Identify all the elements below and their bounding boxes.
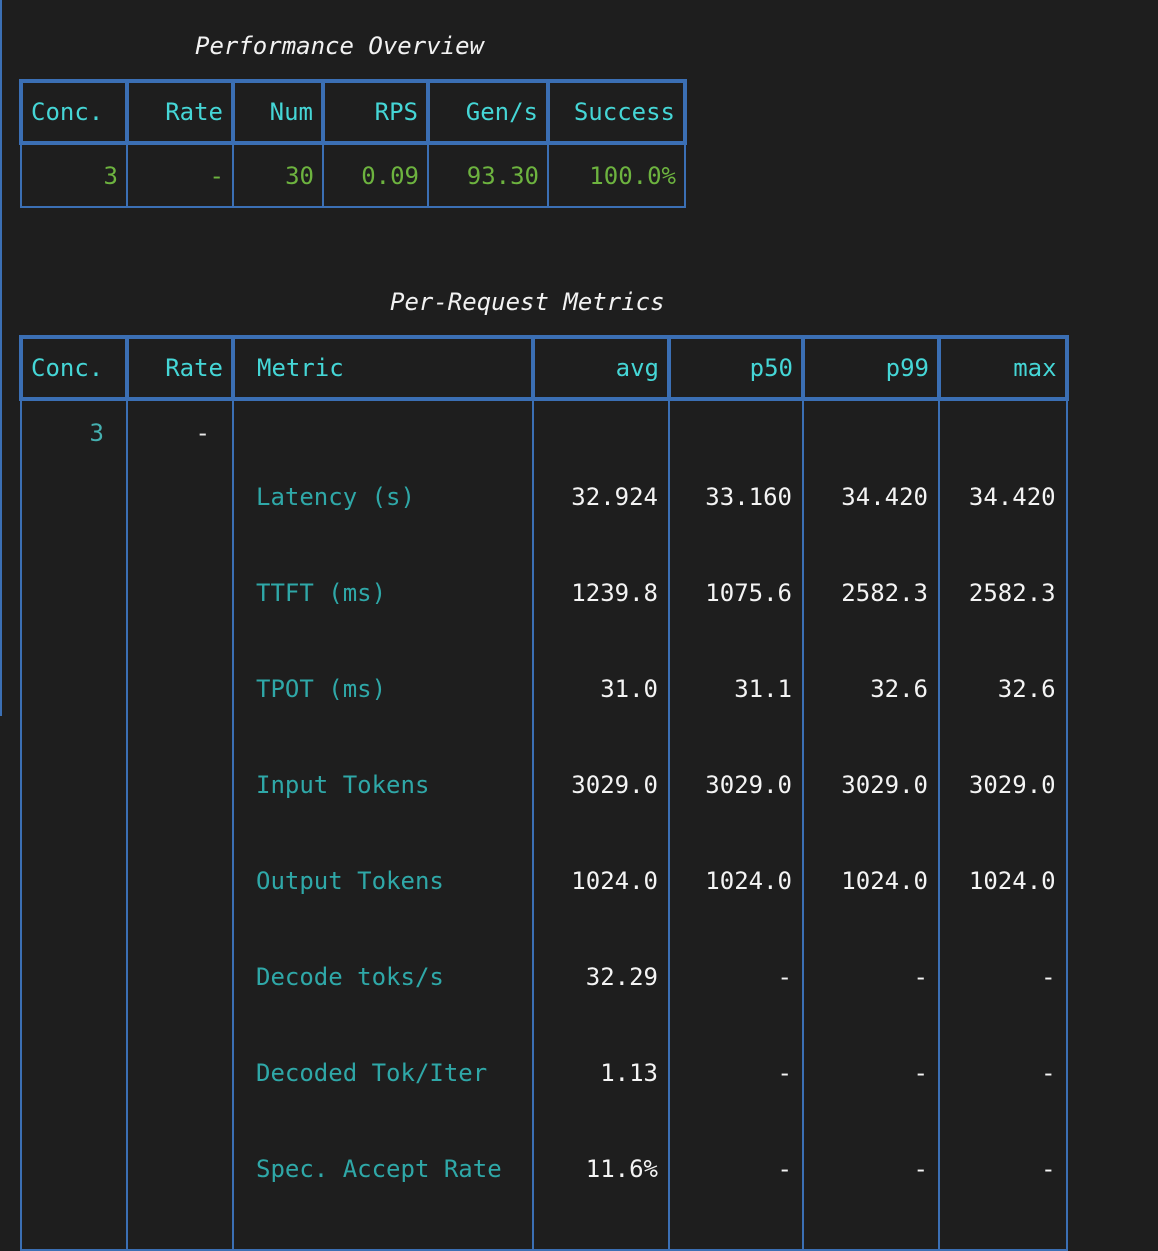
max-values-cell: 34.420 2582.3 32.6 3029.0 1024.0 - - - bbox=[938, 399, 1068, 1251]
p50-value: 33.160 bbox=[705, 483, 792, 511]
performance-overview-table: Conc. Rate Num RPS Gen/s Success 3 - 30 … bbox=[19, 79, 687, 208]
max-value: - bbox=[1041, 1059, 1056, 1087]
rate-value: - bbox=[126, 143, 234, 208]
p99-value: 3029.0 bbox=[841, 771, 928, 799]
avg-value: 32.924 bbox=[571, 483, 658, 511]
p99-values-cell: 34.420 2582.3 32.6 3029.0 1024.0 - - - bbox=[802, 399, 940, 1251]
max-value: 3029.0 bbox=[968, 771, 1056, 799]
metric-name: Decode toks/s bbox=[256, 963, 444, 991]
column-header-p50: p50 bbox=[667, 335, 805, 401]
column-header-avg: avg bbox=[531, 335, 671, 401]
p50-value: 3029.0 bbox=[705, 771, 792, 799]
metric-name: Input Tokens bbox=[256, 771, 430, 799]
rps-value: 0.09 bbox=[322, 143, 429, 208]
p50-value: - bbox=[777, 963, 792, 991]
column-header-success: Success bbox=[546, 79, 687, 145]
avg-value: 1.13 bbox=[600, 1059, 658, 1087]
metric-name: Decoded Tok/Iter bbox=[256, 1059, 488, 1087]
p50-value: - bbox=[777, 1059, 792, 1087]
p50-value: 31.1 bbox=[734, 675, 792, 703]
num-value: 30 bbox=[232, 143, 324, 208]
table-row: 3 - Latency (s) TTFT (ms) TPOT (ms) Inpu… bbox=[20, 399, 1068, 1251]
max-value: - bbox=[1041, 1155, 1056, 1183]
metric-name: Output Tokens bbox=[256, 867, 444, 895]
max-value: 34.420 bbox=[968, 483, 1056, 511]
per-request-metrics-title: Per-Request Metrics bbox=[390, 288, 665, 316]
column-header-conc: Conc. bbox=[19, 79, 129, 145]
avg-values-cell: 32.924 1239.8 31.0 3029.0 1024.0 32.29 1… bbox=[532, 399, 670, 1251]
avg-value: 31.0 bbox=[600, 675, 658, 703]
column-header-gen-per-sec: Gen/s bbox=[426, 79, 550, 145]
p50-values-cell: 33.160 1075.6 31.1 3029.0 1024.0 - - - bbox=[668, 399, 804, 1251]
conc-value: 3 bbox=[20, 143, 128, 208]
metric-name: TPOT (ms) bbox=[256, 675, 387, 703]
table-header-row: Conc. Rate Metric avg p50 p99 max bbox=[19, 335, 1069, 401]
p99-value: 1024.0 bbox=[841, 867, 928, 895]
success-value: 100.0% bbox=[547, 143, 686, 208]
avg-value: 3029.0 bbox=[571, 771, 658, 799]
rate-value: - bbox=[126, 399, 234, 1251]
max-value: 32.6 bbox=[997, 675, 1056, 703]
max-value: 2582.3 bbox=[968, 579, 1056, 607]
p99-value: - bbox=[913, 1059, 928, 1087]
conc-value: 3 bbox=[20, 399, 128, 1251]
terminal-left-border bbox=[0, 0, 2, 716]
avg-value: 11.6% bbox=[585, 1155, 658, 1183]
metric-name: TTFT (ms) bbox=[256, 579, 387, 607]
p50-value: 1024.0 bbox=[705, 867, 792, 895]
p99-value: 34.420 bbox=[841, 483, 928, 511]
metric-name: Spec. Accept Rate bbox=[256, 1155, 502, 1183]
column-header-p99: p99 bbox=[801, 335, 941, 401]
max-value: - bbox=[1041, 963, 1056, 991]
column-header-max: max bbox=[937, 335, 1069, 401]
table-header-row: Conc. Rate Num RPS Gen/s Success bbox=[19, 79, 687, 145]
avg-value: 1024.0 bbox=[571, 867, 658, 895]
column-header-rps: RPS bbox=[321, 79, 430, 145]
column-header-rate: Rate bbox=[125, 79, 235, 145]
metric-name: Latency (s) bbox=[256, 483, 415, 511]
p99-value: - bbox=[913, 963, 928, 991]
per-request-metrics-table: Conc. Rate Metric avg p50 p99 max 3 - La… bbox=[19, 335, 1069, 1251]
performance-overview-title: Performance Overview bbox=[195, 32, 484, 60]
p50-value: - bbox=[777, 1155, 792, 1183]
avg-value: 32.29 bbox=[585, 963, 658, 991]
column-header-metric: Metric bbox=[231, 335, 535, 401]
column-header-num: Num bbox=[231, 79, 325, 145]
metric-names-cell: Latency (s) TTFT (ms) TPOT (ms) Input To… bbox=[232, 399, 534, 1251]
gen-per-sec-value: 93.30 bbox=[427, 143, 549, 208]
max-value: 1024.0 bbox=[968, 867, 1056, 895]
p99-value: 32.6 bbox=[870, 675, 928, 703]
avg-value: 1239.8 bbox=[571, 579, 658, 607]
p99-value: - bbox=[913, 1155, 928, 1183]
p99-value: 2582.3 bbox=[841, 579, 928, 607]
table-row: 3 - 30 0.09 93.30 100.0% bbox=[20, 143, 686, 208]
column-header-conc: Conc. bbox=[19, 335, 129, 401]
p50-value: 1075.6 bbox=[705, 579, 792, 607]
column-header-rate: Rate bbox=[125, 335, 235, 401]
